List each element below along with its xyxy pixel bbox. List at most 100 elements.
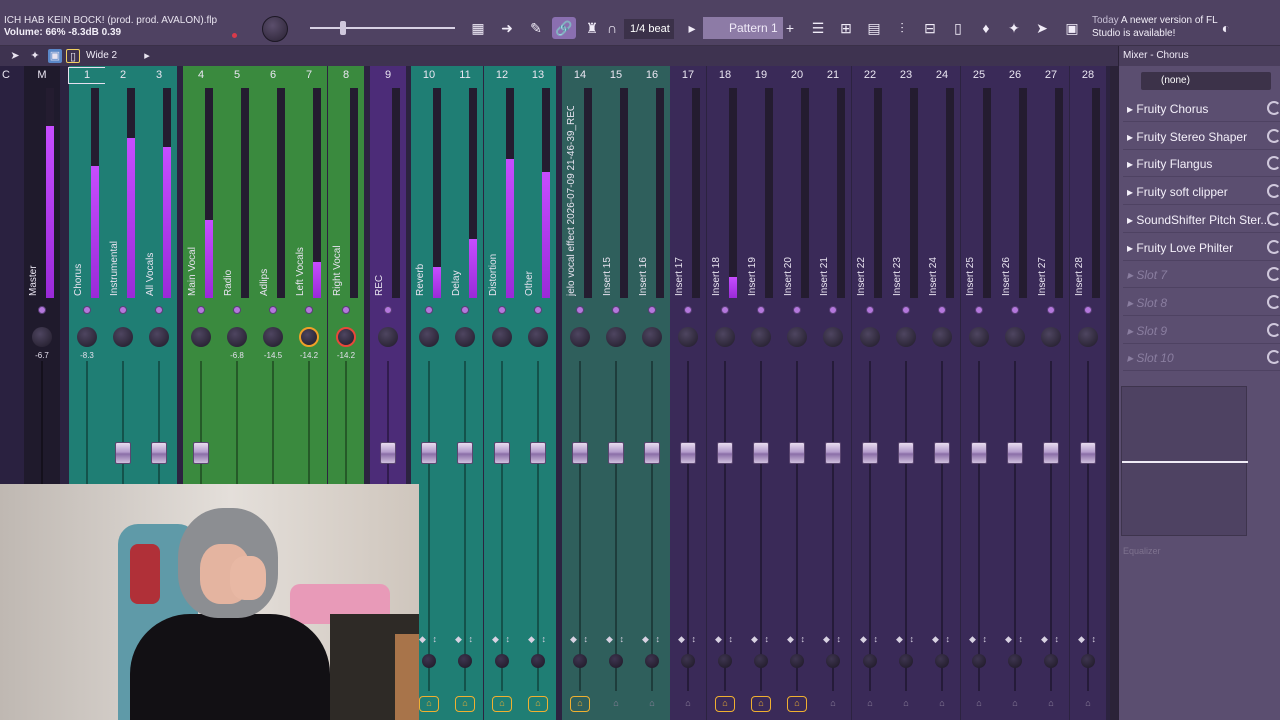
send-route-dot[interactable] [902, 306, 910, 314]
strip-name[interactable]: Insert 18 [711, 106, 731, 296]
send-route-dot[interactable] [461, 306, 469, 314]
strip-number[interactable]: 15 [598, 68, 634, 83]
effect-slot[interactable]: ▸ SoundShifter Pitch Ster... [1123, 207, 1280, 233]
mixer-strip[interactable]: 14 jelo vocal effect 2026-07-09 21-46-39_… [562, 66, 598, 720]
strip-number[interactable]: 23 [888, 68, 924, 83]
preset-selector[interactable]: (none) [1141, 72, 1271, 90]
send-route-dot[interactable] [425, 306, 433, 314]
pan-knob[interactable] [492, 327, 512, 347]
send-route-dot[interactable] [1084, 306, 1092, 314]
piano-roll-icon[interactable]: ⊞ [834, 17, 858, 39]
stereo-separation-arrows-icon[interactable]: ◆ ↕ [566, 634, 594, 645]
record-arm-icon[interactable]: ⌂ [823, 696, 843, 712]
mixer-strip[interactable]: 27 Insert 27 ◆ ↕ ⌂ [1033, 66, 1069, 720]
record-arm-icon[interactable]: ⌂ [678, 696, 698, 712]
stereo-knob[interactable] [681, 654, 695, 668]
mixer-strip[interactable]: 11 Delay ◆ ↕ ⌂ [447, 66, 483, 720]
add-pattern-icon[interactable]: + [782, 17, 798, 39]
stereo-knob[interactable] [458, 654, 472, 668]
strip-name[interactable]: All Vocals [145, 106, 165, 296]
strip-number[interactable]: 4 [183, 68, 219, 83]
strip-name[interactable]: Right Vocal [332, 106, 352, 296]
mixer-strip[interactable]: 13 Other ◆ ↕ ⌂ [520, 66, 556, 720]
slot-mix-knob-icon[interactable] [1267, 239, 1280, 254]
mixer-strip[interactable]: 23 Insert 23 ◆ ↕ ⌂ [888, 66, 924, 720]
record-arm-icon[interactable]: ⌂ [715, 696, 735, 712]
shop-icon[interactable]: ▣ [1060, 17, 1084, 39]
strip-name[interactable]: Master [28, 106, 48, 296]
volume-fader[interactable] [717, 442, 733, 465]
pencil-icon[interactable]: ✎ [524, 17, 548, 39]
export-icon[interactable]: ➤ [1030, 17, 1054, 39]
volume-fader[interactable] [380, 442, 396, 465]
send-route-dot[interactable] [342, 306, 350, 314]
mixer-strip[interactable]: 28 Insert 28 ◆ ↕ ⌂ [1070, 66, 1106, 720]
stereo-separation-arrows-icon[interactable]: ◆ ↕ [415, 634, 443, 645]
browser-icon[interactable]: ⊟ [918, 17, 942, 39]
send-route-dot[interactable] [793, 306, 801, 314]
slot-mix-knob-icon[interactable] [1267, 350, 1280, 365]
effect-slot[interactable]: ▸ Slot 9 [1123, 318, 1280, 344]
mixer-menu-arrow-icon[interactable]: ➤ [8, 49, 22, 63]
mixer-icon[interactable]: ⫶ [890, 17, 914, 39]
strip-name[interactable]: REC [374, 106, 394, 296]
strip-number[interactable]: 8 [328, 68, 364, 83]
slot-mix-knob-icon[interactable] [1267, 101, 1280, 115]
strip-name[interactable]: Adlips [259, 106, 279, 296]
send-route-dot[interactable] [197, 306, 205, 314]
strip-name[interactable]: Insert 28 [1074, 106, 1094, 296]
stereo-separation-arrows-icon[interactable]: ◆ ↕ [674, 634, 702, 645]
stereo-separation-arrows-icon[interactable]: ◆ ↕ [965, 634, 993, 645]
strip-number[interactable]: 21 [815, 68, 851, 83]
equalizer-graph[interactable] [1121, 386, 1248, 536]
volume-fader[interactable] [421, 442, 437, 465]
slot-mix-knob-icon[interactable] [1267, 184, 1280, 199]
record-arm-icon[interactable]: ⌂ [492, 696, 512, 712]
send-route-dot[interactable] [975, 306, 983, 314]
mixer-strip[interactable]: 18 Insert 18 ◆ ↕ ⌂ [707, 66, 743, 720]
volume-fader[interactable] [971, 442, 987, 465]
pan-knob[interactable] [528, 327, 548, 347]
strip-name[interactable]: Insert 16 [638, 106, 658, 296]
effect-slot[interactable]: ▸ Fruity soft clipper [1123, 179, 1280, 206]
strip-number[interactable]: 17 [670, 68, 706, 83]
slot-mix-knob-icon[interactable] [1267, 211, 1280, 226]
record-arm-icon[interactable]: ⌂ [896, 696, 916, 712]
stereo-knob[interactable] [972, 654, 986, 668]
stereo-separation-arrows-icon[interactable]: ◆ ↕ [451, 634, 479, 645]
pan-knob[interactable] [378, 327, 398, 347]
strip-name[interactable]: Left Vocals [295, 106, 315, 296]
strip-name[interactable]: Other [524, 106, 544, 296]
stereo-knob[interactable] [1008, 654, 1022, 668]
strip-number[interactable]: 1 [68, 67, 106, 84]
pan-knob[interactable] [455, 327, 475, 347]
volume-fader[interactable] [608, 442, 624, 465]
stereo-knob[interactable] [609, 654, 623, 668]
strip-number[interactable]: 14 [562, 68, 598, 83]
mixer-strip[interactable]: 20 Insert 20 ◆ ↕ ⌂ [779, 66, 815, 720]
strip-name[interactable]: Insert 22 [856, 106, 876, 296]
strip-number[interactable]: 10 [411, 68, 447, 83]
send-route-dot[interactable] [269, 306, 277, 314]
stereo-knob[interactable] [1081, 654, 1095, 668]
link-icon[interactable]: 🔗 [552, 17, 576, 39]
stereo-knob[interactable] [790, 654, 804, 668]
stereo-separation-arrows-icon[interactable]: ◆ ↕ [747, 634, 775, 645]
pan-knob[interactable] [191, 327, 211, 347]
record-arm-icon[interactable]: ⌂ [1005, 696, 1025, 712]
mixer-strip[interactable]: 25 Insert 25 ◆ ↕ ⌂ [961, 66, 997, 720]
strip-name[interactable]: Insert 24 [928, 106, 948, 296]
record-arm-icon[interactable]: ⌂ [606, 696, 626, 712]
stereo-knob[interactable] [531, 654, 545, 668]
mixer-strip[interactable]: 16 Insert 16 ◆ ↕ ⌂ [634, 66, 670, 720]
strip-number[interactable]: 24 [924, 68, 960, 83]
stereo-separation-arrows-icon[interactable]: ◆ ↕ [524, 634, 552, 645]
pan-knob[interactable] [149, 327, 169, 347]
effect-slot[interactable]: ▸ Fruity Stereo Shaper [1123, 124, 1280, 150]
stereo-separation-arrows-icon[interactable]: ◆ ↕ [1074, 634, 1102, 645]
pan-knob[interactable] [1078, 327, 1098, 347]
strip-name[interactable]: Instrumental [109, 106, 129, 296]
volume-fader[interactable] [789, 442, 805, 465]
send-route-dot[interactable] [612, 306, 620, 314]
send-route-dot[interactable] [83, 306, 91, 314]
